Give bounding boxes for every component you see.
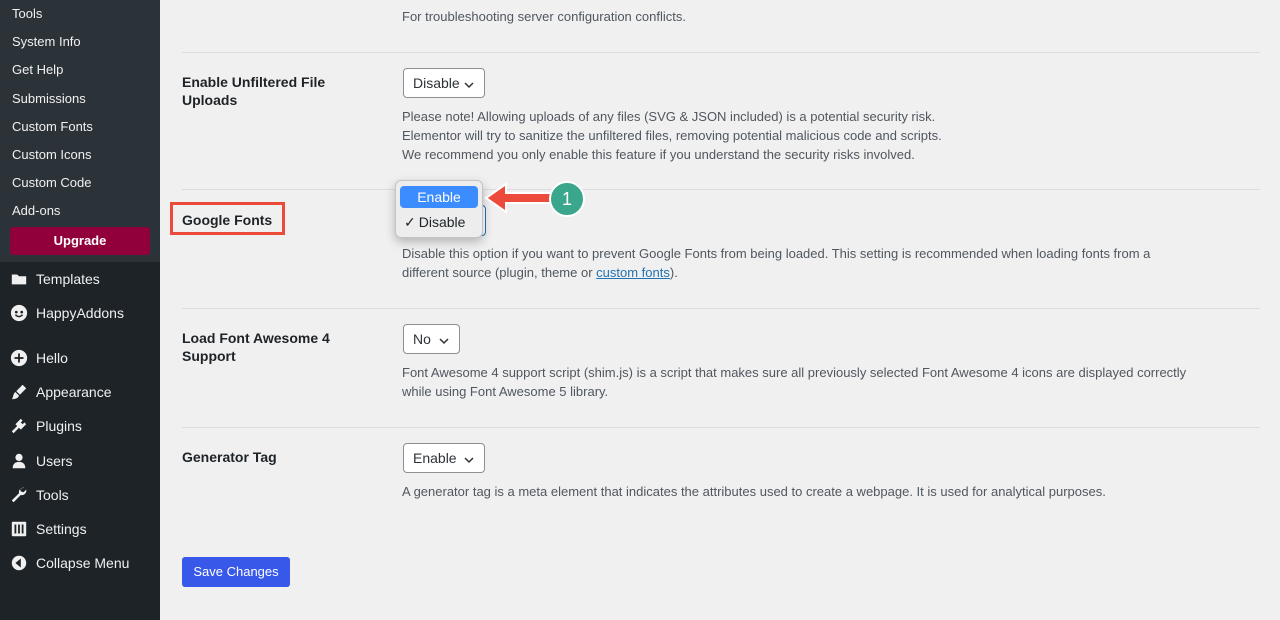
- dropdown-option-enable[interactable]: Enable: [400, 186, 478, 208]
- menu-item-label: Plugins: [36, 418, 82, 434]
- google-fonts-description: Disable this option if you want to preve…: [402, 244, 1222, 282]
- menu-item-label: Hello: [36, 350, 68, 366]
- select-value: No: [413, 331, 431, 347]
- desc-text: different source (plugin, theme or: [402, 265, 597, 280]
- font-awesome-label: Load Font Awesome 4 Support: [182, 330, 330, 364]
- collapse-icon: [9, 553, 29, 573]
- submenu-item-custom-fonts[interactable]: Custom Fonts: [0, 113, 160, 141]
- menu-item-label: Tools: [36, 487, 69, 503]
- font-awesome-description: Font Awesome 4 support script (shim.js) …: [402, 363, 1222, 401]
- desc-line: Elementor will try to sanitize the unfil…: [402, 128, 942, 143]
- generator-tag-select[interactable]: Enable: [403, 443, 485, 473]
- option-label: Disable: [418, 214, 466, 230]
- user-icon: [9, 451, 29, 471]
- generator-tag-description: A generator tag is a meta element that i…: [402, 484, 1106, 499]
- admin-sidebar: Tools System Info Get Help Submissions C…: [0, 0, 160, 620]
- unfiltered-uploads-select[interactable]: Disable: [403, 68, 485, 98]
- desc-line: We recommend you only enable this featur…: [402, 147, 915, 162]
- desc-line: Please note! Allowing uploads of any fil…: [402, 109, 936, 124]
- check-icon: ✓: [404, 214, 416, 230]
- desc-line: while using Font Awesome 5 library.: [402, 384, 609, 399]
- dropdown-option-disable[interactable]: ✓ Disable: [404, 211, 465, 233]
- unfiltered-uploads-label: Enable Unfiltered File Uploads: [182, 74, 326, 108]
- top-description: For troubleshooting server configuration…: [402, 9, 686, 24]
- submenu-item-custom-code[interactable]: Custom Code: [0, 169, 160, 197]
- desc-line: Disable this option if you want to preve…: [402, 246, 1151, 261]
- plugin-icon: [9, 416, 29, 436]
- menu-item-label: Settings: [36, 521, 87, 537]
- chevron-down-icon: [463, 453, 475, 465]
- submenu-item-custom-icons[interactable]: Custom Icons: [0, 141, 160, 169]
- desc-line: different source (plugin, theme or custo…: [402, 263, 1222, 282]
- menu-item-settings[interactable]: Settings: [0, 512, 160, 546]
- chevron-down-icon: [438, 334, 450, 346]
- elementor-submenu: Tools System Info Get Help Submissions C…: [0, 0, 160, 262]
- divider: [182, 52, 1260, 53]
- upgrade-button[interactable]: Upgrade: [10, 227, 150, 255]
- google-fonts-dropdown: Enable ✓ Disable: [395, 180, 483, 238]
- divider: [182, 189, 1260, 190]
- settings-icon: [9, 519, 29, 539]
- collapse-menu-button[interactable]: Collapse Menu: [0, 546, 160, 580]
- menu-item-plugins[interactable]: Plugins: [0, 409, 160, 443]
- desc-text: ).: [669, 265, 678, 280]
- menu-item-users[interactable]: Users: [0, 444, 160, 478]
- menu-item-tools[interactable]: Tools: [0, 478, 160, 512]
- google-fonts-label: Google Fonts: [182, 212, 273, 228]
- folder-icon: [9, 269, 29, 289]
- menu-item-label: Appearance: [36, 384, 112, 400]
- font-awesome-select[interactable]: No: [403, 324, 460, 354]
- divider: [182, 308, 1260, 309]
- submenu-item-system-info[interactable]: System Info: [0, 28, 160, 56]
- desc-line: Font Awesome 4 support script (shim.js) …: [402, 365, 1187, 380]
- plus-circle-icon: [9, 348, 29, 368]
- submenu-item-add-ons[interactable]: Add-ons: [0, 197, 160, 225]
- menu-item-label: Templates: [36, 271, 100, 287]
- save-changes-button[interactable]: Save Changes: [182, 557, 290, 587]
- menu-item-label: Users: [36, 453, 73, 469]
- divider: [182, 427, 1260, 428]
- menu-item-label: Collapse Menu: [36, 555, 130, 571]
- menu-item-templates[interactable]: Templates: [0, 262, 160, 296]
- custom-fonts-link[interactable]: custom fonts: [596, 265, 670, 280]
- select-value: Enable: [413, 450, 457, 466]
- chevron-down-icon: [463, 78, 475, 90]
- happyaddons-icon: [9, 303, 29, 323]
- step-badge: 1: [549, 181, 585, 217]
- submenu-item-get-help[interactable]: Get Help: [0, 56, 160, 84]
- menu-item-appearance[interactable]: Appearance: [0, 375, 160, 409]
- paintbrush-icon: [9, 382, 29, 402]
- menu-item-label: HappyAddons: [36, 305, 124, 321]
- settings-panel: For troubleshooting server configuration…: [160, 0, 1280, 620]
- menu-item-happyaddons[interactable]: HappyAddons: [0, 296, 160, 330]
- submenu-item-tools[interactable]: Tools: [0, 0, 160, 28]
- generator-tag-label: Generator Tag: [182, 449, 277, 465]
- submenu-item-submissions[interactable]: Submissions: [0, 85, 160, 113]
- menu-item-hello[interactable]: Hello: [0, 341, 160, 375]
- select-value: Disable: [413, 75, 460, 91]
- unfiltered-uploads-description: Please note! Allowing uploads of any fil…: [402, 107, 1222, 164]
- wrench-icon: [9, 485, 29, 505]
